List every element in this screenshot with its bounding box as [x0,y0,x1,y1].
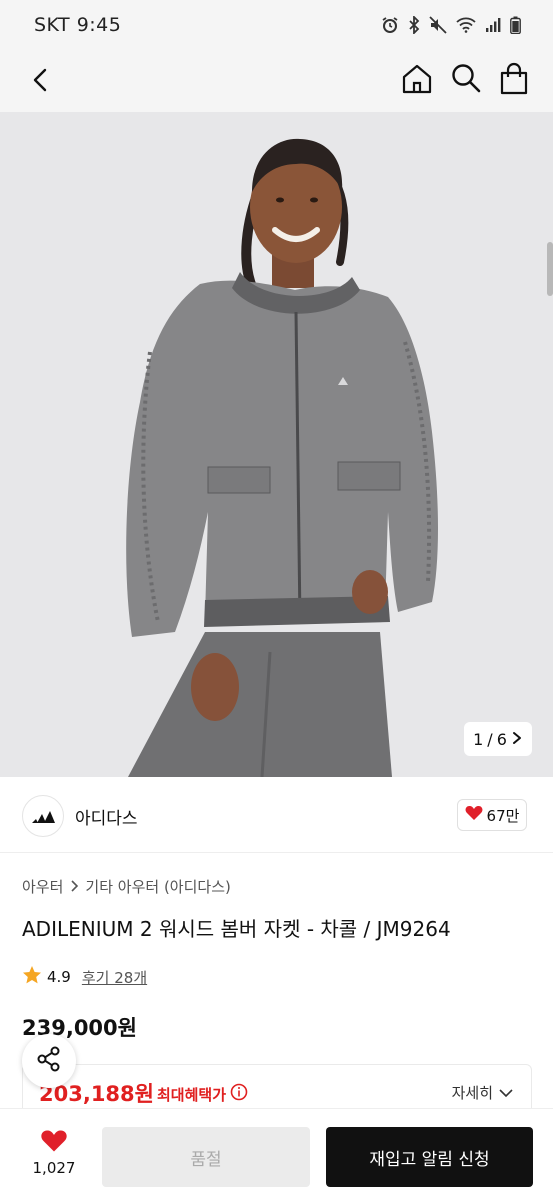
status-carrier-time: SKT 9:45 [34,14,122,36]
star-icon [22,965,42,989]
review-count-link[interactable]: 후기 28개 [82,967,147,988]
wifi-icon [456,17,476,33]
gallery-separator: / [487,729,493,749]
brand-row: 아디다스 67만 [0,777,553,853]
breadcrumb-level1[interactable]: 아우터 [22,876,63,897]
brand-like-count: 67만 [486,806,520,825]
wish-count: 1,027 [32,1159,76,1177]
brand-like-button[interactable]: 67만 [457,799,527,831]
top-nav-bar [0,52,553,112]
battery-icon [510,16,521,34]
restock-alert-button[interactable]: 재입고 알림 신청 [326,1127,533,1187]
cart-icon[interactable] [498,62,530,96]
benefit-label: 최대혜택가 [157,1085,227,1104]
chevron-down-icon [499,1084,513,1102]
status-icons [381,16,521,34]
share-button[interactable] [22,1034,76,1088]
benefit-detail-label: 자세히 [451,1084,493,1102]
max-benefit-box[interactable]: 203,188원 최대혜택가 자세히 [22,1064,532,1114]
chevron-right-icon [511,730,523,749]
gallery-current-page: 1 [473,729,484,749]
soldout-button[interactable]: 품절 [102,1127,310,1187]
mute-icon [429,16,447,34]
back-icon[interactable] [26,64,62,100]
alarm-icon [381,16,399,34]
adidas-logo-icon[interactable] [22,795,64,837]
gallery-total-pages: 6 [496,729,507,749]
scroll-indicator [547,242,553,296]
info-icon[interactable] [230,1083,248,1105]
rating-row: 4.9 후기 28개 [22,965,147,989]
share-icon [36,1046,62,1076]
status-bar: SKT 9:45 [0,0,553,52]
gallery-page-counter[interactable]: 1 / 6 [464,722,532,756]
wish-button[interactable]: 1,027 [22,1129,86,1177]
home-icon[interactable] [400,62,434,96]
bottom-action-bar: 1,027 품절 재입고 알림 신청 [0,1108,553,1200]
brand-name[interactable]: 아디다스 [75,804,138,829]
benefit-detail-toggle[interactable]: 자세히 [452,1082,513,1103]
bluetooth-icon [408,16,420,34]
product-photo [0,112,553,777]
product-title: ADILENIUM 2 워시드 봄버 자켓 - 차콜 / JM9264 [22,917,451,941]
heart-icon [40,1130,68,1157]
search-icon[interactable] [450,62,482,94]
product-image-gallery[interactable] [0,112,553,777]
breadcrumb-level2[interactable]: 기타 아우터 (아디다스) [85,876,230,897]
chevron-right-icon [69,878,79,896]
signal-icon [485,17,501,33]
heart-icon [465,805,483,825]
rating-value: 4.9 [47,968,71,986]
breadcrumb: 아우터 기타 아우터 (아디다스) [22,876,231,897]
benefit-label-group: 최대혜택가 [157,1083,248,1105]
